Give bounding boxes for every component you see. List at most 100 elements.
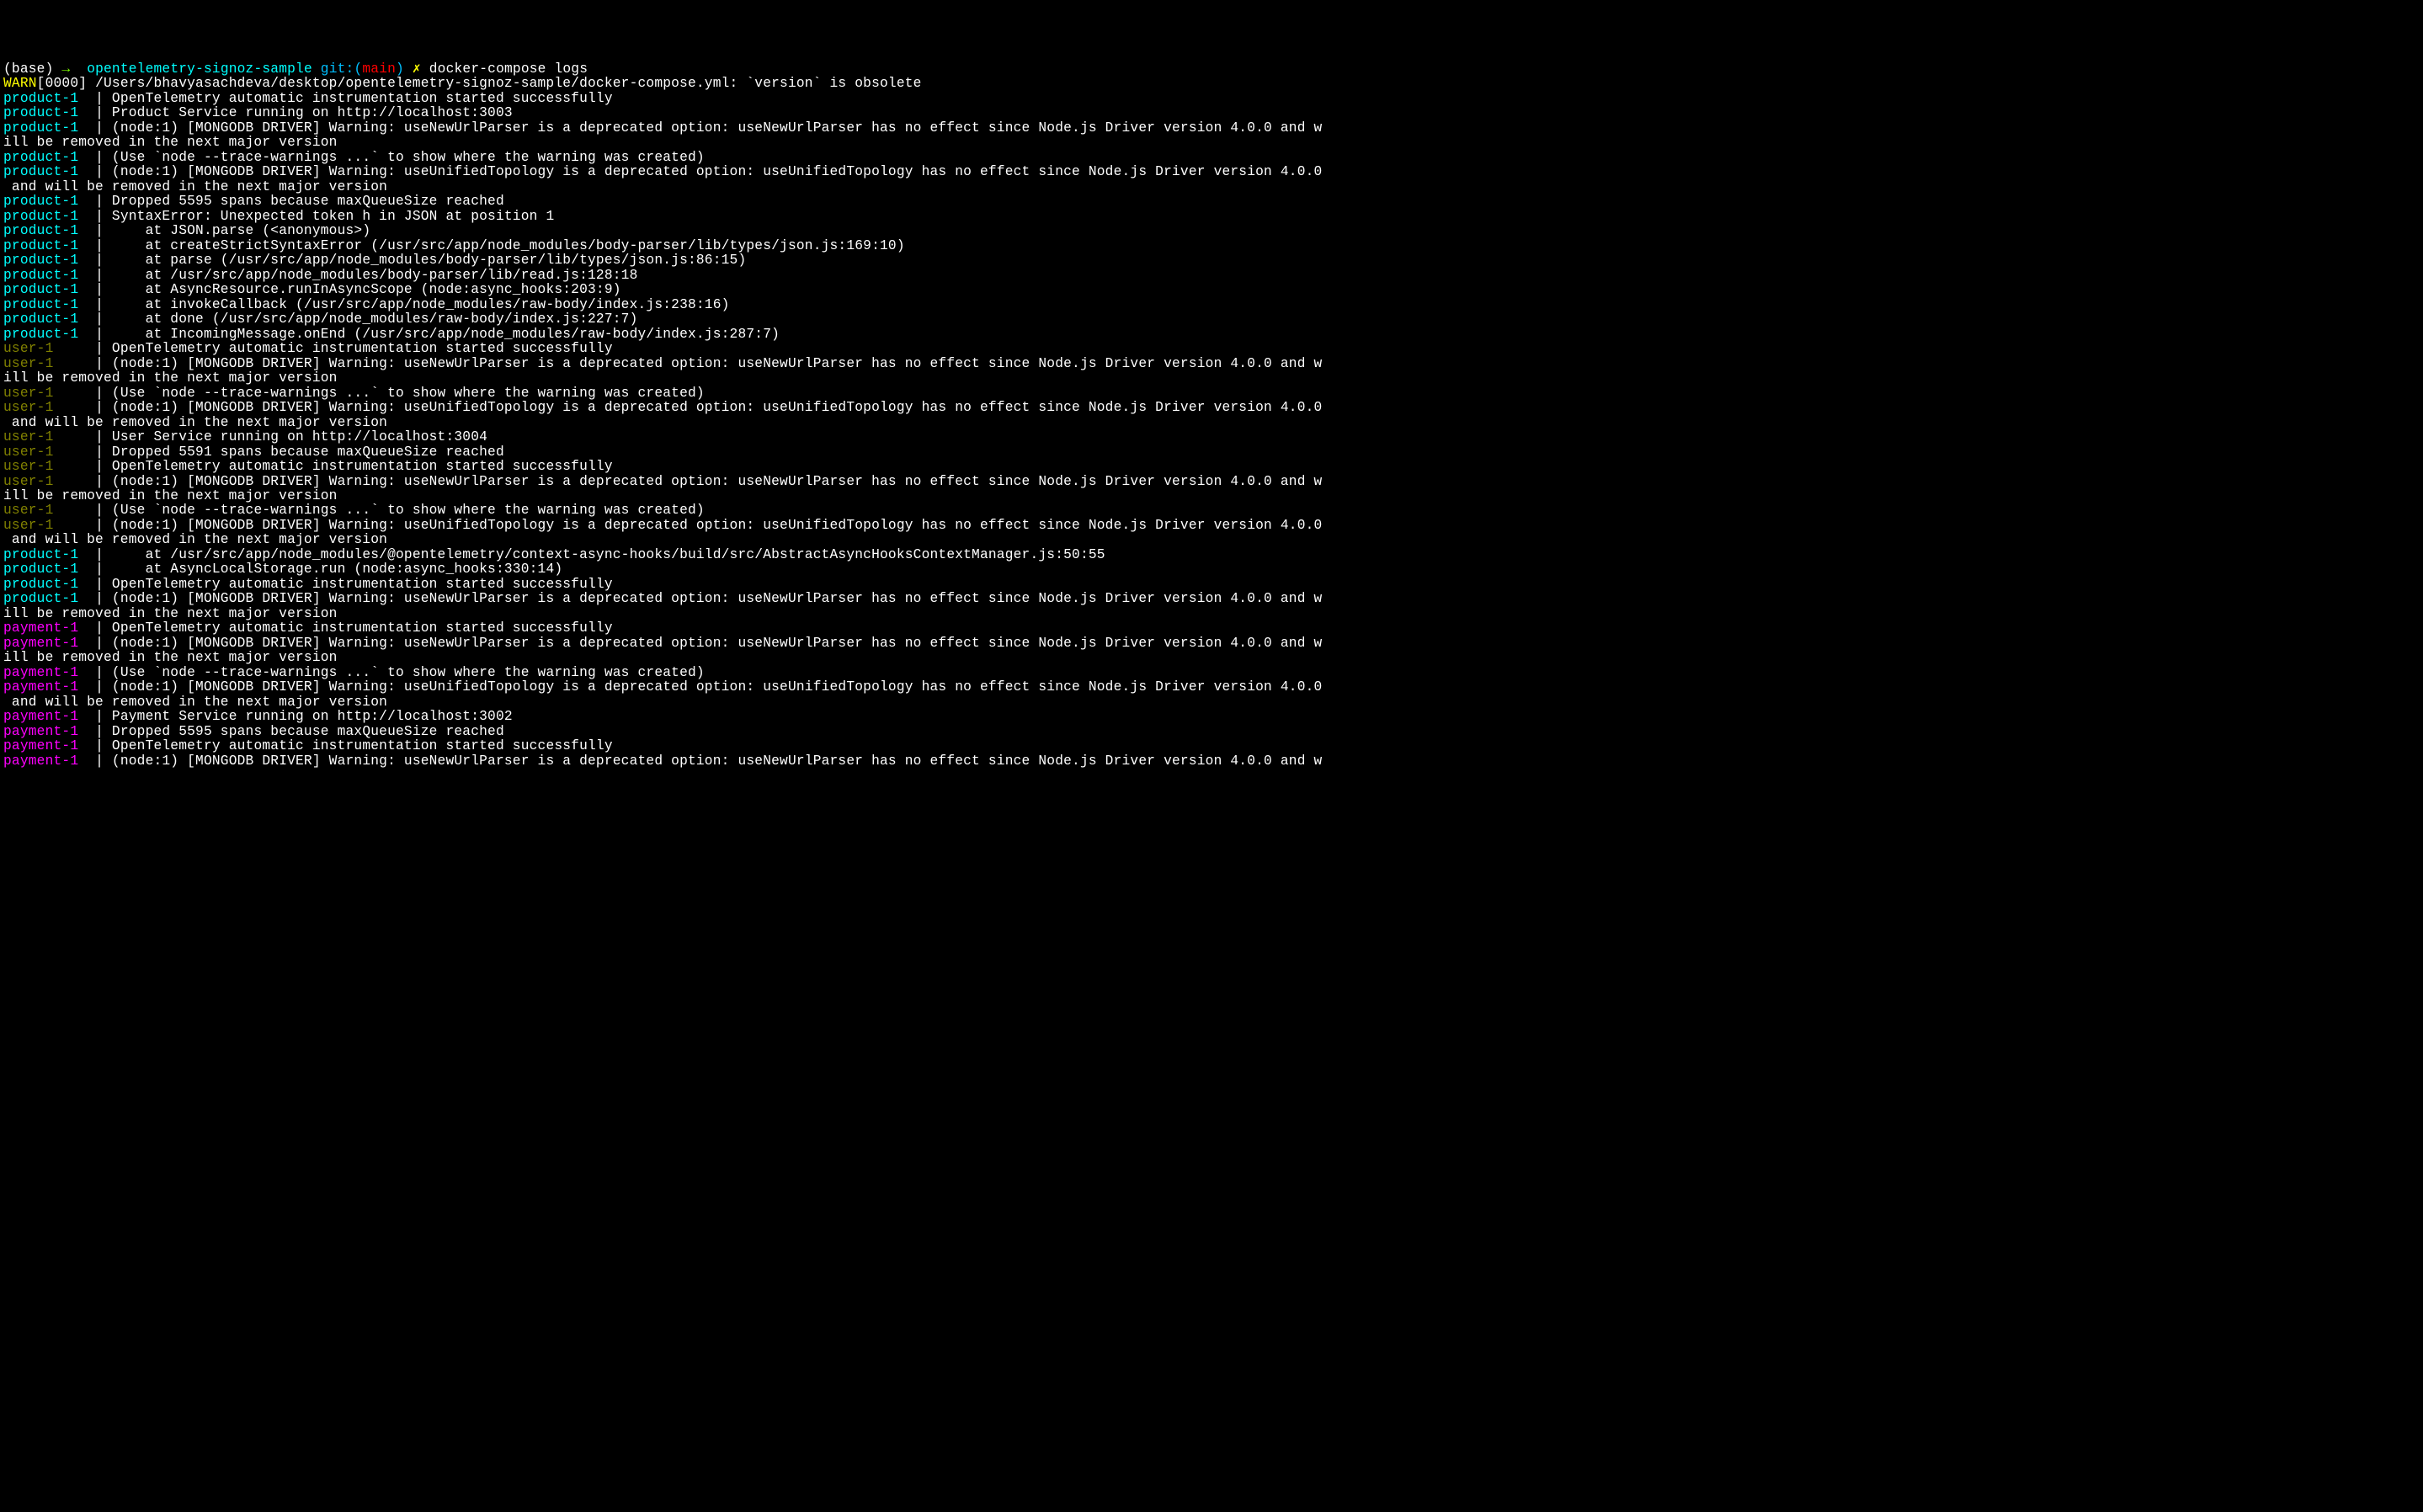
service-name: product-1 <box>3 253 78 268</box>
log-message: (Use `node --trace-warnings ...` to show… <box>112 665 705 680</box>
log-line-continuation: and will be removed in the next major ve… <box>3 533 2420 547</box>
service-name: user-1 <box>3 474 78 489</box>
log-message: (node:1) [MONGODB DRIVER] Warning: useUn… <box>112 400 1323 415</box>
log-pipe: | <box>78 282 112 297</box>
log-pipe: | <box>78 91 112 106</box>
log-message: (node:1) [MONGODB DRIVER] Warning: useNe… <box>112 474 1323 489</box>
log-pipe: | <box>78 311 112 327</box>
log-message: OpenTelemetry automatic instrumentation … <box>112 738 613 753</box>
log-line-service: payment-1 | OpenTelemetry automatic inst… <box>3 621 2420 636</box>
service-name: product-1 <box>3 547 78 562</box>
service-name: user-1 <box>3 429 78 445</box>
service-name: payment-1 <box>3 724 78 739</box>
log-line-service: user-1 | OpenTelemetry automatic instrum… <box>3 460 2420 474</box>
log-message: OpenTelemetry automatic instrumentation … <box>112 341 613 356</box>
log-message: OpenTelemetry automatic instrumentation … <box>112 91 613 106</box>
service-name: product-1 <box>3 282 78 297</box>
log-message: at invokeCallback (/usr/src/app/node_mod… <box>112 297 730 312</box>
log-message: (node:1) [MONGODB DRIVER] Warning: useNe… <box>112 591 1323 606</box>
service-name: user-1 <box>3 459 78 474</box>
log-pipe: | <box>78 268 112 283</box>
log-line-service: user-1 | (node:1) [MONGODB DRIVER] Warni… <box>3 401 2420 415</box>
service-name: payment-1 <box>3 738 78 753</box>
prompt-env: (base) <box>3 61 54 77</box>
service-name: product-1 <box>3 91 78 106</box>
log-line-service: product-1 | at /usr/src/app/node_modules… <box>3 269 2420 283</box>
log-pipe: | <box>78 547 112 562</box>
log-line-service: user-1 | OpenTelemetry automatic instrum… <box>3 342 2420 356</box>
log-line-service: user-1 | Dropped 5591 spans because maxQ… <box>3 445 2420 460</box>
log-pipe: | <box>78 577 112 592</box>
warn-prefix: WARN <box>3 76 37 91</box>
log-line-service: product-1 | SyntaxError: Unexpected toke… <box>3 210 2420 224</box>
service-name: product-1 <box>3 327 78 342</box>
log-message: (node:1) [MONGODB DRIVER] Warning: useUn… <box>112 518 1323 533</box>
service-name: product-1 <box>3 164 78 179</box>
log-pipe: | <box>78 474 112 489</box>
log-message: Product Service running on http://localh… <box>112 105 513 120</box>
prompt-arrow-icon: → <box>61 61 70 77</box>
log-pipe: | <box>78 209 112 224</box>
log-line-service: product-1 | at /usr/src/app/node_modules… <box>3 548 2420 562</box>
prompt-cwd: opentelemetry-signoz-sample <box>87 61 312 77</box>
log-message: and will be removed in the next major ve… <box>3 695 387 710</box>
prompt-dirty-icon: ✗ <box>413 61 421 77</box>
log-pipe: | <box>78 445 112 460</box>
log-pipe: | <box>78 679 112 695</box>
service-name: user-1 <box>3 400 78 415</box>
log-line-continuation: ill be removed in the next major version <box>3 136 2420 150</box>
service-name: product-1 <box>3 150 78 165</box>
log-line-service: user-1 | (node:1) [MONGODB DRIVER] Warni… <box>3 475 2420 489</box>
log-line-service: payment-1 | Dropped 5595 spans because m… <box>3 725 2420 739</box>
log-message: at AsyncResource.runInAsyncScope (node:a… <box>112 282 621 297</box>
log-message: SyntaxError: Unexpected token h in JSON … <box>112 209 554 224</box>
log-pipe: | <box>78 164 112 179</box>
log-message: at JSON.parse (<anonymous>) <box>112 223 370 238</box>
service-name: product-1 <box>3 268 78 283</box>
log-pipe: | <box>78 105 112 120</box>
log-message: at /usr/src/app/node_modules/@openteleme… <box>112 547 1105 562</box>
log-pipe: | <box>78 459 112 474</box>
log-line-service: product-1 | Dropped 5595 spans because m… <box>3 194 2420 209</box>
log-line-continuation: and will be removed in the next major ve… <box>3 695 2420 710</box>
service-name: payment-1 <box>3 636 78 651</box>
log-message: Dropped 5591 spans because maxQueueSize … <box>112 445 504 460</box>
log-line-service: product-1 | OpenTelemetry automatic inst… <box>3 578 2420 592</box>
log-line-warn: WARN[0000] /Users/bhavyasachdeva/desktop… <box>3 77 2420 91</box>
service-name: product-1 <box>3 209 78 224</box>
log-line-service: payment-1 | (node:1) [MONGODB DRIVER] Wa… <box>3 680 2420 695</box>
service-name: payment-1 <box>3 753 78 769</box>
log-message: at AsyncLocalStorage.run (node:async_hoo… <box>112 562 562 577</box>
log-message: (Use `node --trace-warnings ...` to show… <box>112 150 705 165</box>
log-line-service: product-1 | at invokeCallback (/usr/src/… <box>3 298 2420 312</box>
log-pipe: | <box>78 724 112 739</box>
log-line-service: product-1 | at done (/usr/src/app/node_m… <box>3 312 2420 327</box>
prompt-git-close: ) <box>396 61 404 77</box>
log-line-service: user-1 | (node:1) [MONGODB DRIVER] Warni… <box>3 357 2420 371</box>
log-pipe: | <box>78 120 112 136</box>
service-name: payment-1 <box>3 620 78 636</box>
log-line-service: product-1 | (node:1) [MONGODB DRIVER] Wa… <box>3 165 2420 179</box>
log-pipe: | <box>78 518 112 533</box>
service-name: payment-1 <box>3 709 78 724</box>
service-name: user-1 <box>3 341 78 356</box>
service-name: product-1 <box>3 223 78 238</box>
service-name: user-1 <box>3 518 78 533</box>
log-message: (Use `node --trace-warnings ...` to show… <box>112 503 705 518</box>
terminal-output[interactable]: (base) → opentelemetry-signoz-sample git… <box>3 62 2420 769</box>
service-name: user-1 <box>3 445 78 460</box>
log-line-continuation: and will be removed in the next major ve… <box>3 416 2420 430</box>
log-pipe: | <box>78 562 112 577</box>
log-message: (node:1) [MONGODB DRIVER] Warning: useNe… <box>112 356 1323 371</box>
prompt-git-label: git:( <box>321 61 363 77</box>
log-line-service: user-1 | (Use `node --trace-warnings ...… <box>3 386 2420 401</box>
log-line-service: payment-1 | OpenTelemetry automatic inst… <box>3 739 2420 753</box>
service-name: product-1 <box>3 562 78 577</box>
log-line-continuation: and will be removed in the next major ve… <box>3 180 2420 194</box>
log-pipe: | <box>78 194 112 209</box>
log-line-service: product-1 | at AsyncLocalStorage.run (no… <box>3 562 2420 577</box>
log-message: User Service running on http://localhost… <box>112 429 487 445</box>
log-line-service: payment-1 | (node:1) [MONGODB DRIVER] Wa… <box>3 636 2420 651</box>
log-message: (node:1) [MONGODB DRIVER] Warning: useNe… <box>112 636 1323 651</box>
log-message: Dropped 5595 spans because maxQueueSize … <box>112 724 504 739</box>
